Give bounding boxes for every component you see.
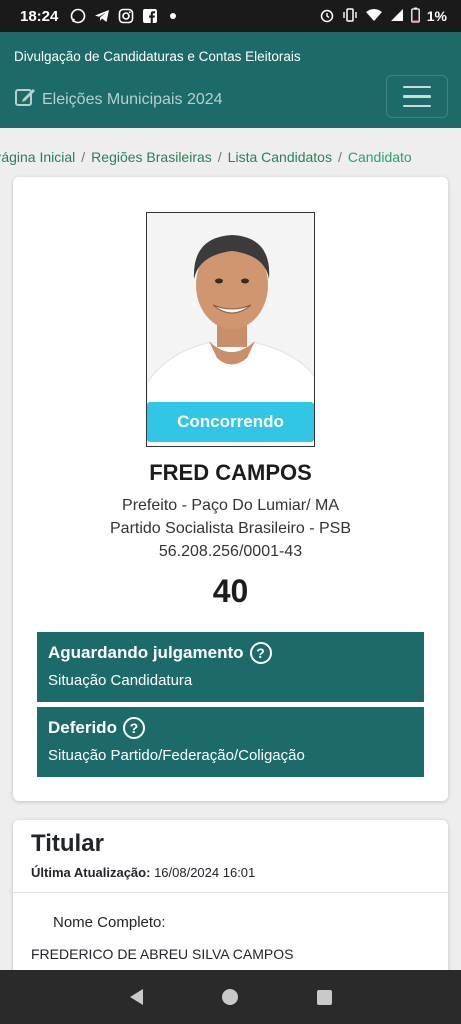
- help-icon[interactable]: ?: [249, 642, 272, 664]
- breadcrumb: Página Inicial / Regiões Brasileiras / Lista…: [0, 149, 412, 165]
- status-time: 18:24: [20, 7, 59, 25]
- notification-icons: [70, 8, 177, 24]
- signal-icon: [390, 8, 404, 25]
- full-name-value: FREDERICO DE ABREU SILVA CAMPOS: [31, 946, 294, 962]
- candidate-card: Concorrendo FRED CAMPOS Prefeito - Paço …: [13, 177, 448, 801]
- candidacy-status-badge: Concorrendo: [147, 402, 314, 442]
- brand-title: Eleições Municipais 2024: [42, 90, 223, 108]
- candidate-number: 40: [212, 573, 249, 609]
- telegram-icon: [94, 8, 110, 24]
- party-situation-label: Situação Partido/Federação/Coligação: [48, 747, 305, 764]
- candidate-photo: Concorrendo: [146, 212, 315, 447]
- facebook-icon: [142, 8, 158, 24]
- candidate-office: Prefeito - Paço Do Lumiar/ MA: [122, 497, 339, 514]
- system-nav-bar: [0, 970, 461, 1024]
- candidacy-situation-box: Aguardando julgamento ? Situação Candida…: [37, 632, 424, 702]
- divider: [13, 892, 448, 893]
- titular-heading: Titular: [31, 830, 104, 857]
- party-situation-title: Deferido: [48, 718, 117, 737]
- app-header: Divulgação de Candidaturas e Contas Elei…: [0, 32, 461, 128]
- candidacy-situation-label: Situação Candidatura: [48, 672, 193, 689]
- battery-percent: 1%: [426, 8, 447, 24]
- vibrate-icon: [342, 7, 358, 26]
- status-bar: 18:24 1%: [0, 0, 461, 32]
- dot-icon: [170, 13, 177, 19]
- candidate-name: FRED CAMPOS: [149, 460, 312, 485]
- candidacy-situation-title: Aguardando julgamento: [48, 643, 244, 662]
- recent-apps-icon[interactable]: [316, 989, 332, 1005]
- home-icon[interactable]: [221, 989, 238, 1005]
- breadcrumb-regions[interactable]: Regiões Brasileiras: [91, 149, 212, 165]
- hamburger-icon: [403, 85, 431, 89]
- system-icons: 1%: [319, 7, 447, 26]
- full-name-label: Nome Completo:: [53, 914, 166, 931]
- wifi-icon: [365, 7, 383, 26]
- alarm-icon: [319, 7, 335, 26]
- header-subtitle: Divulgação de Candidaturas e Contas Elei…: [14, 49, 301, 64]
- whatsapp-icon: [70, 8, 86, 24]
- help-icon[interactable]: ?: [122, 717, 145, 739]
- battery-icon: [410, 7, 420, 26]
- candidate-cnpj: 56.208.256/0001-43: [158, 543, 303, 560]
- party-situation-box: Deferido ? Situação Partido/Federação/Co…: [37, 707, 424, 777]
- titular-card: Titular Última Atualização: 16/08/2024 1…: [13, 820, 448, 980]
- last-update-value: 16/08/2024 16:01: [154, 865, 256, 880]
- candidate-party: Partido Socialista Brasileiro - PSB: [110, 520, 351, 537]
- breadcrumb-candidates-list[interactable]: Lista Candidatos: [228, 149, 332, 165]
- instagram-icon: [118, 8, 134, 24]
- back-icon[interactable]: [129, 989, 143, 1005]
- last-update: Última Atualização: 16/08/2024 16:01: [31, 865, 255, 880]
- menu-toggle-button[interactable]: [386, 75, 448, 118]
- edit-icon: [14, 86, 36, 113]
- last-update-label: Última Atualização:: [31, 865, 151, 880]
- breadcrumb-current: Candidato: [347, 149, 412, 165]
- brand-link[interactable]: Eleições Municipais 2024: [14, 86, 223, 113]
- breadcrumb-home[interactable]: Página Inicial: [0, 149, 75, 165]
